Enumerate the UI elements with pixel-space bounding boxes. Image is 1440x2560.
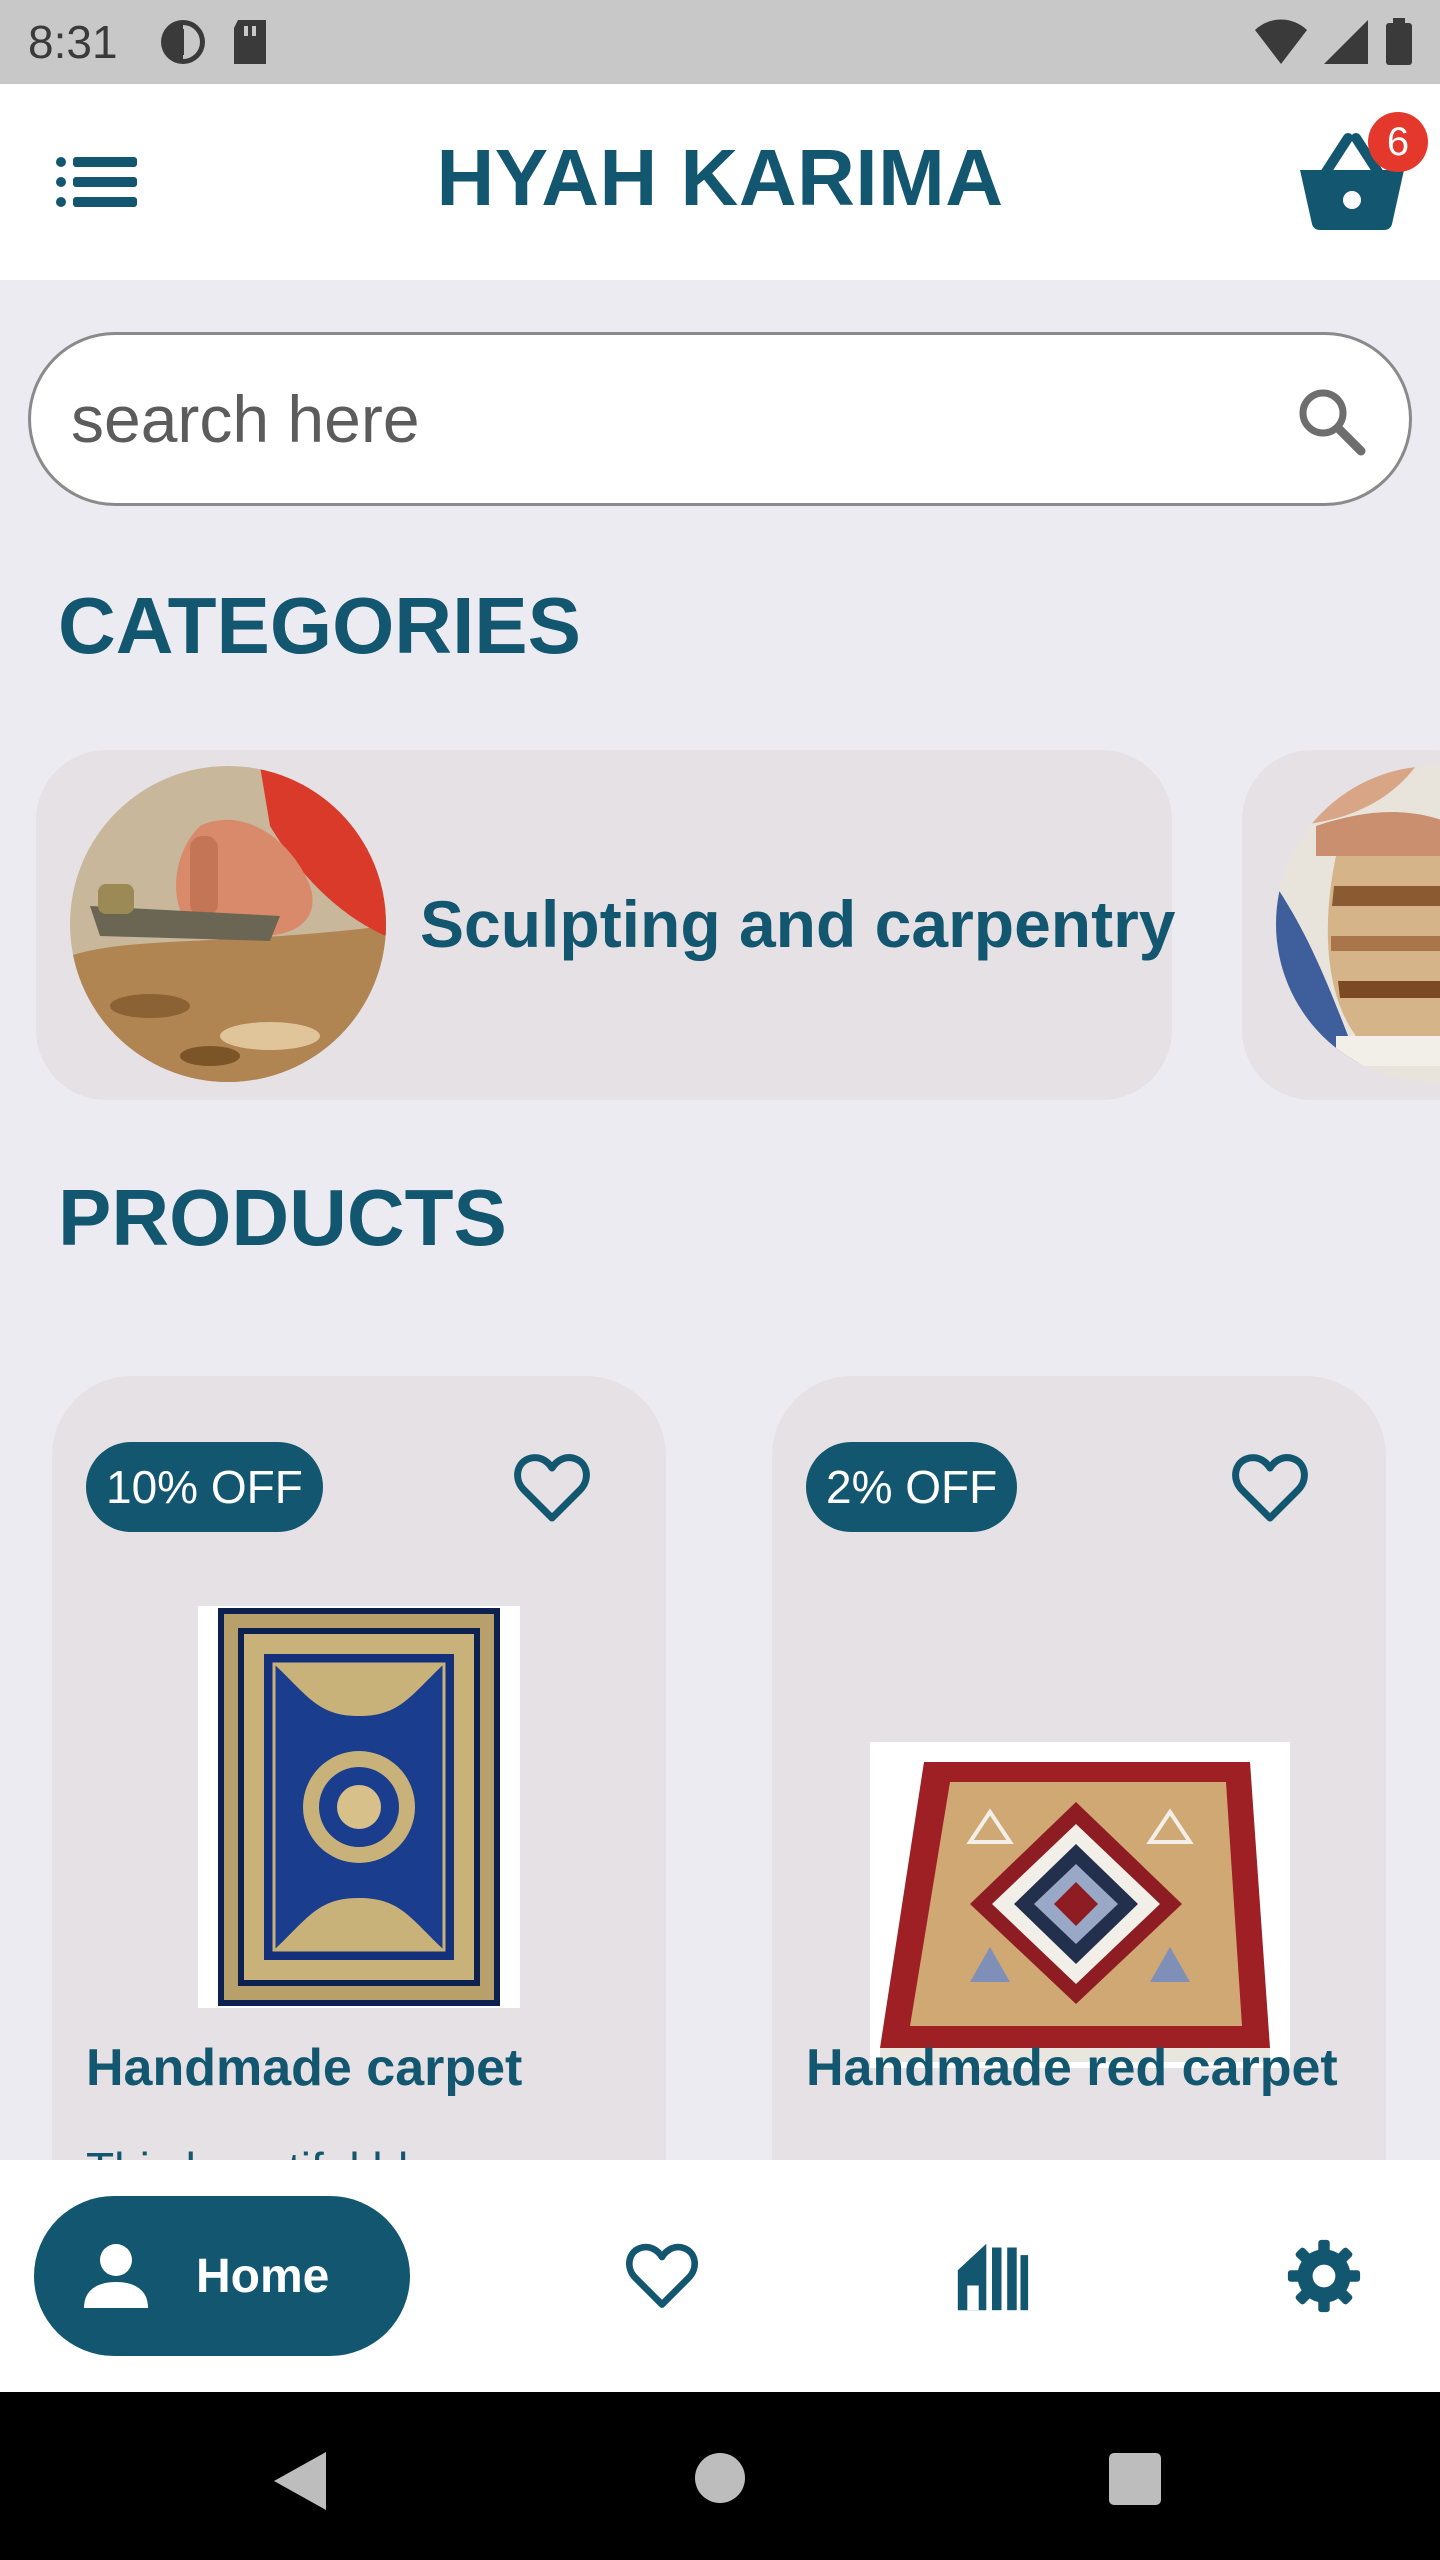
battery-icon <box>1386 18 1412 65</box>
heart-icon[interactable] <box>624 2238 700 2314</box>
search-box[interactable] <box>28 332 1412 506</box>
pottery-photo <box>1276 766 1440 1082</box>
discount-badge: 10% OFF <box>86 1442 323 1532</box>
category-card[interactable]: Sculpting and carpentry <box>36 750 1176 1100</box>
nav-home-label: Home <box>196 2249 330 2303</box>
gear-icon[interactable] <box>1286 2238 1362 2314</box>
sd-card-icon <box>233 20 266 64</box>
products-title: PRODUCTS <box>58 1173 507 1262</box>
search-icon[interactable] <box>1293 383 1369 459</box>
product-name: Handmade red carpet <box>806 2039 1338 2097</box>
blue-carpet-photo <box>198 1606 520 2008</box>
store-icon[interactable] <box>954 2238 1030 2314</box>
carpentry-photo <box>70 766 386 1082</box>
bottom-nav: Home <box>0 2160 1440 2392</box>
cart-button[interactable]: 6 <box>1296 110 1428 240</box>
recents-icon[interactable] <box>1108 2452 1162 2506</box>
main-content: CATEGORIES Sculpting and carpentry <box>0 280 1440 2160</box>
wifi-icon <box>1255 19 1307 64</box>
red-carpet-photo <box>870 1742 1290 2068</box>
categories-title: CATEGORIES <box>58 581 582 670</box>
status-bar: 8:31 <box>0 0 1440 84</box>
category-list: Sculpting and carpentry <box>0 750 1440 1102</box>
home-circle-icon[interactable] <box>694 2452 746 2504</box>
search-input[interactable] <box>71 363 1251 475</box>
status-time: 8:31 <box>28 16 118 68</box>
product-description: This beautiful blue <box>86 2142 459 2160</box>
app-bar: HYAH KARIMA 6 <box>0 84 1440 280</box>
product-card[interactable]: 10% OFF Handmade carpet This beautiful b… <box>52 1376 666 2160</box>
nav-home[interactable]: Home <box>34 2196 410 2356</box>
system-nav-bar <box>0 2392 1440 2560</box>
signal-icon <box>1324 20 1368 64</box>
back-icon[interactable] <box>270 2450 330 2512</box>
heart-icon[interactable] <box>1230 1448 1310 1528</box>
discount-badge: 2% OFF <box>806 1442 1018 1532</box>
category-card[interactable] <box>1242 750 1440 1100</box>
heart-icon[interactable] <box>512 1448 592 1528</box>
person-icon <box>84 2244 148 2308</box>
ring-icon <box>160 20 205 64</box>
app-title: HYAH KARIMA <box>436 133 1004 222</box>
cart-count-badge: 6 <box>1368 112 1428 172</box>
product-name: Handmade carpet <box>86 2039 523 2097</box>
product-card[interactable]: 2% OFF Handmade red carpet <box>772 1376 1386 2160</box>
category-label: Sculpting and carpentry <box>420 887 1176 961</box>
